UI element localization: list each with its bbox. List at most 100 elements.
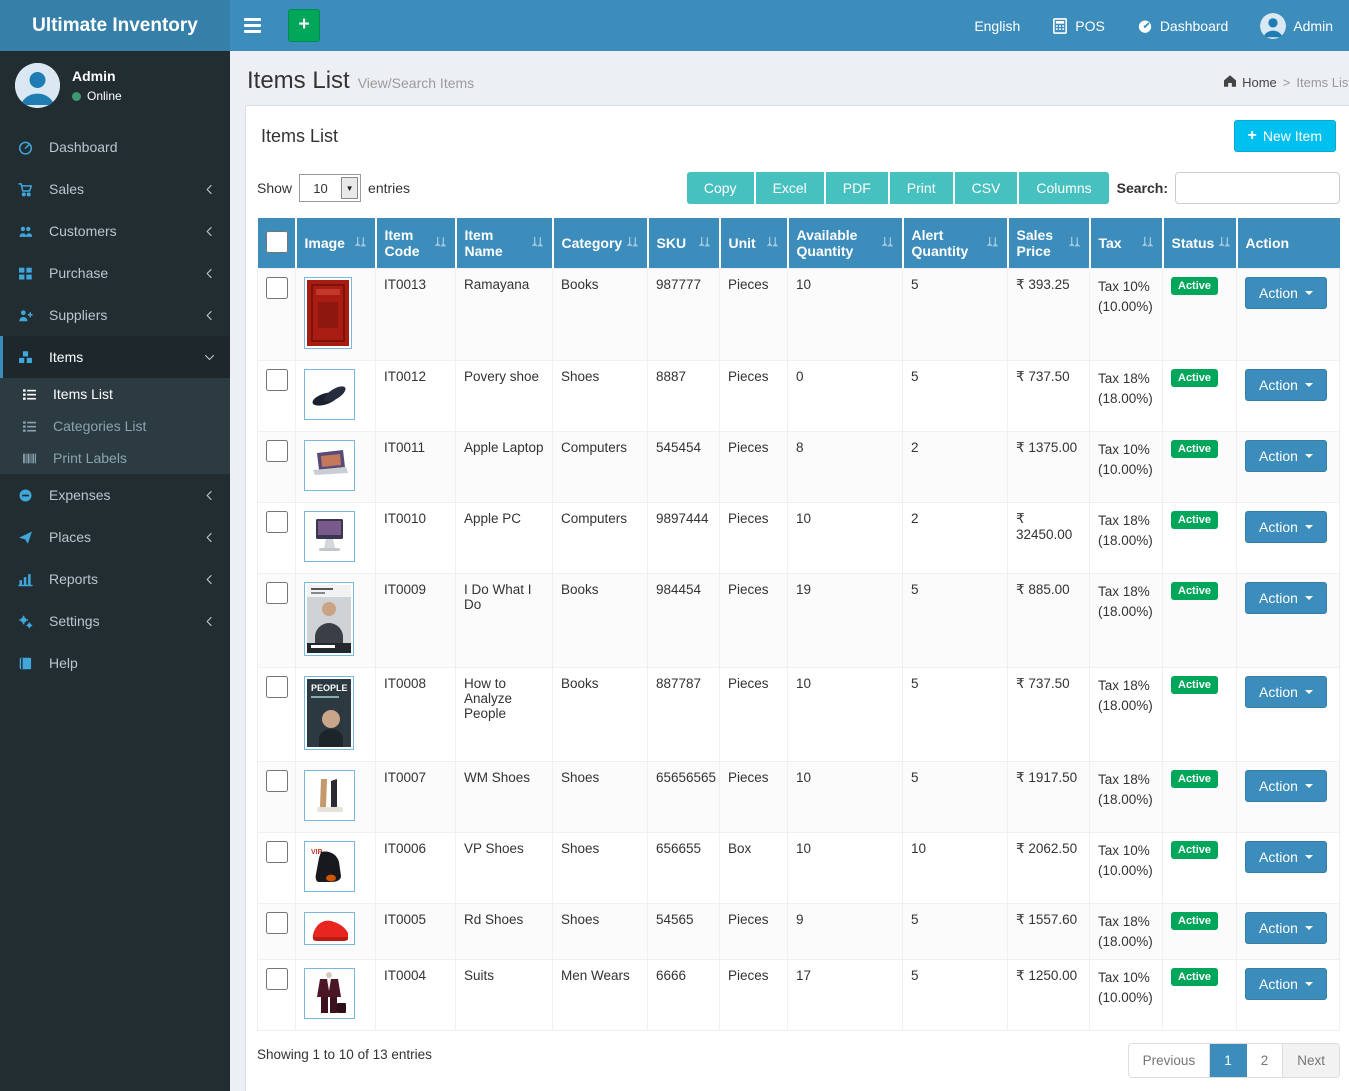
select-all-checkbox[interactable]	[266, 231, 288, 253]
quick-add-button[interactable]: +	[288, 9, 320, 42]
column-header-select-all[interactable]	[258, 218, 296, 269]
black-sneaker[interactable]: VIP	[304, 841, 355, 892]
column-header-status[interactable]: Status	[1163, 218, 1237, 269]
column-label: Action	[1246, 235, 1290, 251]
export-copy-button[interactable]: Copy	[687, 172, 756, 204]
action-dropdown-button[interactable]: Action	[1245, 440, 1327, 472]
sidebar-subitem-print-labels[interactable]: Print Labels	[0, 442, 230, 474]
action-dropdown-button[interactable]: Action	[1245, 582, 1327, 614]
export-pdf-button[interactable]: PDF	[826, 172, 890, 204]
imac-computer[interactable]	[304, 511, 355, 562]
nav-item-dashboard[interactable]: Dashboard	[1121, 0, 1245, 51]
column-header-image[interactable]: Image	[296, 218, 376, 269]
sort-icon[interactable]	[881, 235, 894, 251]
cell-alert-quantity: 5	[903, 668, 1008, 762]
column-header-category[interactable]: Category	[553, 218, 648, 269]
sort-icon[interactable]	[1218, 235, 1231, 251]
breadcrumb-home[interactable]: Home	[1223, 74, 1277, 91]
cell-image	[296, 503, 376, 574]
action-dropdown-button[interactable]: Action	[1245, 676, 1327, 708]
book-people-cover[interactable]: PEOPLE	[304, 676, 354, 750]
nav-item-pos[interactable]: POS	[1036, 0, 1121, 51]
sidebar-item-customers[interactable]: Customers	[0, 210, 230, 252]
sidebar-item-items[interactable]: Items	[0, 336, 230, 378]
red-book-cover[interactable]	[304, 277, 352, 349]
row-checkbox[interactable]	[266, 770, 288, 792]
sort-icon[interactable]	[698, 235, 711, 251]
page-length-select[interactable]: 10 ▼	[299, 174, 361, 202]
sort-icon[interactable]	[1068, 235, 1081, 251]
caret-down-icon	[1305, 383, 1313, 387]
row-checkbox[interactable]	[266, 968, 288, 990]
action-dropdown-button[interactable]: Action	[1245, 968, 1327, 1000]
maroon-suit[interactable]	[304, 968, 355, 1019]
user-name: Admin	[72, 68, 122, 84]
sidebar-item-expenses[interactable]: Expenses	[0, 474, 230, 516]
book-man-suit[interactable]	[304, 582, 354, 656]
sidebar-subitem-categories-list[interactable]: Categories List	[0, 410, 230, 442]
row-checkbox[interactable]	[266, 511, 288, 533]
cell-available-quantity: 10	[788, 503, 903, 574]
sidebar-item-suppliers[interactable]: Suppliers	[0, 294, 230, 336]
row-checkbox[interactable]	[266, 841, 288, 863]
sidebar-item-reports[interactable]: Reports	[0, 558, 230, 600]
sidebar-item-help[interactable]: Help	[0, 642, 230, 684]
nav-item-admin[interactable]: Admin	[1244, 0, 1349, 51]
sidebar-subitem-items-list[interactable]: Items List	[0, 378, 230, 410]
cell-category: Computers	[553, 432, 648, 503]
pagination-next[interactable]: Next	[1283, 1044, 1339, 1077]
cubes-icon	[18, 350, 40, 365]
sort-icon[interactable]	[986, 235, 999, 251]
sort-icon[interactable]	[531, 235, 544, 251]
column-header-item-name[interactable]: Item Name	[456, 218, 553, 269]
sidebar-item-dashboard[interactable]: Dashboard	[0, 126, 230, 168]
action-dropdown-button[interactable]: Action	[1245, 369, 1327, 401]
sort-icon[interactable]	[626, 235, 639, 251]
pagination-page-1[interactable]: 1	[1210, 1044, 1247, 1077]
app-brand[interactable]: Ultimate Inventory	[0, 0, 230, 51]
nav-item-english[interactable]: English	[958, 0, 1036, 51]
export-csv-button[interactable]: CSV	[955, 172, 1020, 204]
action-dropdown-button[interactable]: Action	[1245, 277, 1327, 309]
cell-alert-quantity: 5	[903, 361, 1008, 432]
row-checkbox[interactable]	[266, 912, 288, 934]
row-checkbox[interactable]	[266, 676, 288, 698]
black-dress-shoes[interactable]	[304, 369, 355, 420]
row-checkbox[interactable]	[266, 582, 288, 604]
sidebar-item-sales[interactable]: Sales	[0, 168, 230, 210]
sidebar-item-settings[interactable]: Settings	[0, 600, 230, 642]
column-header-available-quantity[interactable]: Available Quantity	[788, 218, 903, 269]
column-header-alert-quantity[interactable]: Alert Quantity	[903, 218, 1008, 269]
sort-icon[interactable]	[434, 235, 447, 251]
column-header-unit[interactable]: Unit	[720, 218, 788, 269]
action-dropdown-button[interactable]: Action	[1245, 511, 1327, 543]
new-item-button[interactable]: + New Item	[1234, 120, 1336, 152]
column-header-tax[interactable]: Tax	[1090, 218, 1163, 269]
macbook-laptop[interactable]	[304, 440, 355, 491]
action-dropdown-button[interactable]: Action	[1245, 912, 1327, 944]
sort-icon[interactable]	[1141, 235, 1154, 251]
sidebar-item-places[interactable]: Places	[0, 516, 230, 558]
row-checkbox[interactable]	[266, 277, 288, 299]
row-checkbox[interactable]	[266, 440, 288, 462]
pagination-previous[interactable]: Previous	[1129, 1044, 1211, 1077]
search-input[interactable]	[1175, 172, 1340, 204]
sort-icon[interactable]	[354, 235, 367, 251]
sort-icon[interactable]	[766, 235, 779, 251]
export-columns-button[interactable]: Columns	[1019, 172, 1108, 204]
womens-heels[interactable]	[304, 770, 355, 821]
column-header-sales-price[interactable]: Sales Price	[1008, 218, 1090, 269]
export-print-button[interactable]: Print	[890, 172, 955, 204]
action-dropdown-button[interactable]: Action	[1245, 770, 1327, 802]
sidebar-item-purchase[interactable]: Purchase	[0, 252, 230, 294]
export-excel-button[interactable]: Excel	[756, 172, 826, 204]
status-badge: Active	[1171, 440, 1218, 458]
row-checkbox[interactable]	[266, 369, 288, 391]
pagination-page-2[interactable]: 2	[1247, 1044, 1284, 1077]
cell-select	[258, 904, 296, 960]
red-sneaker[interactable]	[304, 912, 355, 945]
action-dropdown-button[interactable]: Action	[1245, 841, 1327, 873]
column-header-sku[interactable]: SKU	[648, 218, 720, 269]
sidebar-toggle-icon[interactable]	[230, 0, 275, 51]
column-header-item-code[interactable]: Item Code	[376, 218, 456, 269]
